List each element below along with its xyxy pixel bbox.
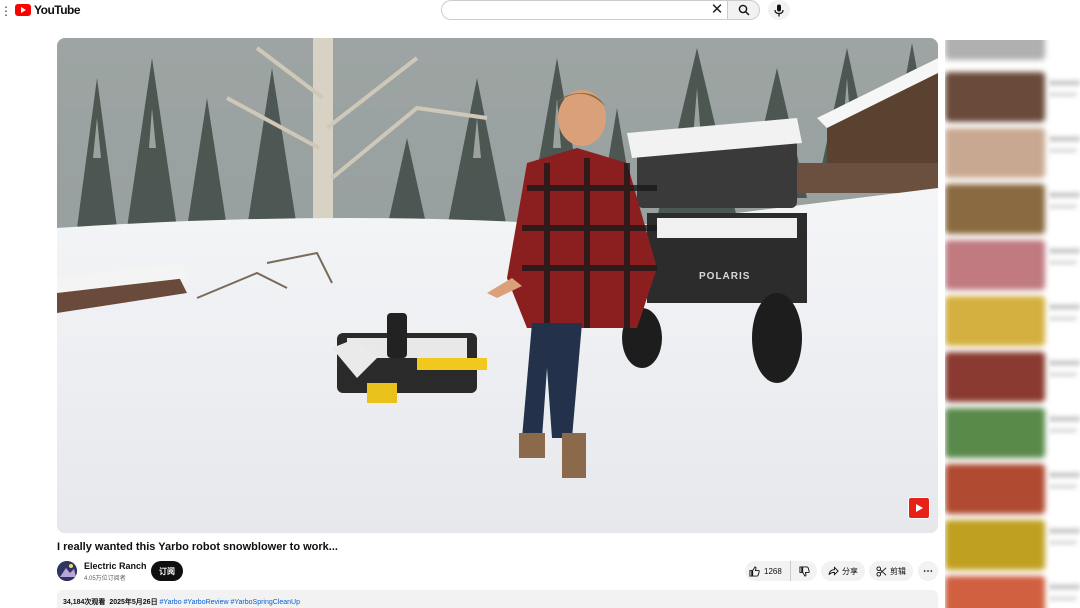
video-player[interactable]: POLARIS [57, 38, 938, 533]
recommendation-title-blurred [1049, 80, 1080, 86]
thumbs-up-icon [749, 565, 760, 577]
search-input[interactable] [452, 1, 696, 21]
recommendation-thumbnail [945, 464, 1045, 514]
search-icon [738, 4, 749, 16]
hashtag-links[interactable]: #Yarbo #YarboReview #YarboSpringCleanUp [160, 599, 300, 606]
clear-search-icon[interactable]: ✕ [708, 2, 726, 18]
guide-menu-icon[interactable]: ⋮ [0, 4, 12, 18]
share-label: 分享 [842, 566, 858, 576]
recommendation-meta-blurred [1049, 92, 1077, 97]
channel-avatar[interactable] [57, 561, 77, 581]
recommendation-title-blurred [1049, 304, 1080, 310]
recommendation-meta-blurred [1049, 148, 1077, 153]
recommendation-title-blurred [1049, 584, 1080, 590]
recommendation-title-blurred [1049, 192, 1080, 198]
recommendation-meta-blurred [1049, 428, 1077, 433]
subscribe-watermark-icon[interactable] [908, 497, 930, 519]
recommendation-thumbnail [945, 576, 1045, 608]
recommendation-item[interactable] [945, 240, 1080, 290]
thumbs-down-icon [798, 565, 810, 577]
clip-label: 剪辑 [890, 566, 906, 576]
recommendation-thumbnail [945, 72, 1045, 122]
recommendation-thumbnail [945, 128, 1045, 178]
recommendation-item[interactable] [945, 128, 1080, 178]
recommendation-item[interactable] [945, 408, 1080, 458]
more-actions-icon[interactable]: ⋯ [918, 561, 938, 581]
recommendation-item[interactable] [945, 464, 1080, 514]
recommendation-title-blurred [1049, 472, 1080, 478]
recommendation-item[interactable] [945, 352, 1080, 402]
scissors-icon [876, 565, 887, 577]
recommendation-thumbnail [945, 184, 1045, 234]
recommendation-meta-blurred [1049, 540, 1077, 545]
clip-button[interactable]: 剪辑 [869, 561, 913, 581]
recommendation-meta-blurred [1049, 596, 1077, 601]
recommendation-title-blurred [1049, 360, 1080, 366]
recommendation-thumbnail [945, 240, 1045, 290]
video-title: I really wanted this Yarbo robot snowblo… [57, 541, 338, 553]
logo-text: YouTube [34, 3, 81, 17]
recommendations-sidebar [945, 40, 1080, 608]
upload-date: 2025年5月26日 [109, 599, 158, 606]
dislike-button[interactable] [791, 561, 817, 581]
recommendation-item[interactable] [945, 72, 1080, 122]
like-dislike-group: 1268 [745, 561, 817, 581]
microphone-icon [774, 4, 784, 16]
recommendation-thumbnail [945, 520, 1045, 570]
voice-search-button[interactable] [768, 0, 790, 20]
truck-brand-text: POLARIS [699, 271, 750, 282]
recommendation-item[interactable] [945, 40, 1080, 60]
like-button[interactable]: 1268 [745, 561, 791, 581]
recommendation-meta-blurred [1049, 204, 1077, 209]
recommendation-item[interactable] [945, 296, 1080, 346]
recommendation-title-blurred [1049, 136, 1080, 142]
recommendation-meta-blurred [1049, 260, 1077, 265]
like-count: 1268 [764, 566, 782, 576]
play-icon [916, 504, 923, 512]
recommendation-item[interactable] [945, 576, 1080, 608]
description-info: 34,184次观看 2025年5月26日 #Yarbo #YarboReview… [63, 597, 300, 607]
subscriber-count: 4.05万位订阅者 [84, 576, 126, 582]
recommendation-item[interactable] [945, 184, 1080, 234]
recommendation-title-blurred [1049, 248, 1080, 254]
subscribe-button[interactable]: 订阅 [151, 561, 183, 581]
recommendation-thumbnail [945, 352, 1045, 402]
recommendation-thumbnail [945, 296, 1045, 346]
youtube-play-icon [15, 4, 31, 16]
view-count: 34,184次观看 [63, 599, 106, 606]
youtube-logo[interactable]: YouTube [15, 3, 81, 17]
search-box[interactable] [441, 0, 727, 21]
share-icon [828, 566, 839, 576]
share-button[interactable]: 分享 [821, 561, 865, 581]
recommendation-meta-blurred [1049, 484, 1077, 489]
recommendation-meta-blurred [1049, 372, 1077, 377]
recommendation-thumbnail [945, 40, 1045, 60]
channel-name[interactable]: Electric Ranch [84, 561, 147, 571]
avatar-image [57, 561, 77, 581]
recommendation-title-blurred [1049, 416, 1080, 422]
recommendation-item[interactable] [945, 520, 1080, 570]
video-frame: POLARIS [57, 38, 938, 533]
search-button[interactable] [727, 0, 760, 20]
recommendation-meta-blurred [1049, 316, 1077, 321]
recommendation-title-blurred [1049, 528, 1080, 534]
recommendation-thumbnail [945, 408, 1045, 458]
